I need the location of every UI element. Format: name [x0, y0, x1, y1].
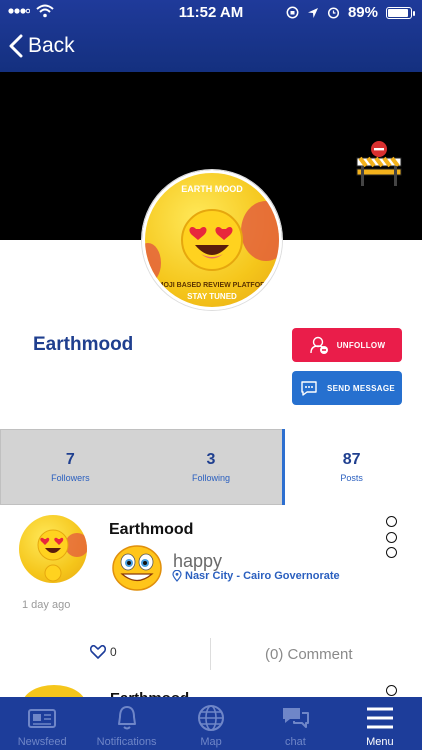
heart-outline-icon: [90, 645, 106, 659]
post-actions: 0 (0) Comment: [0, 637, 422, 671]
stat-label: Followers: [51, 473, 90, 483]
unfollow-user-icon: [309, 336, 328, 354]
comment-button[interactable]: (0) Comment: [265, 646, 353, 663]
chevron-left-icon: [9, 34, 23, 58]
heart-eyes-emoji-icon: [181, 209, 243, 271]
location-arrow-icon: [307, 7, 318, 18]
stat-label: Posts: [340, 473, 363, 483]
stat-followers[interactable]: 7 Followers: [0, 429, 141, 505]
chat-icon: [283, 708, 310, 728]
post-author-name[interactable]: Earthmood: [109, 521, 193, 539]
mood-label: happy: [173, 551, 223, 571]
like-button[interactable]: 0: [90, 645, 117, 659]
profile-avatar[interactable]: EARTH MOOD EMOJI BASED REVIEW PLATFORM S…: [142, 170, 282, 310]
back-button[interactable]: Back: [8, 34, 75, 58]
stat-value: 87: [342, 451, 361, 468]
avatar-logo: EARTH MOOD: [181, 184, 243, 194]
bottom-tab-bar: Newsfeed Notifications Map chat Menu: [0, 697, 422, 750]
tab-chat[interactable]: chat: [253, 697, 337, 750]
tab-label: Map: [200, 736, 222, 748]
bell-icon: [117, 706, 136, 730]
unfollow-label: UNFOLLOW: [336, 340, 386, 350]
battery-icon: [386, 6, 415, 19]
location-text: Nasr City - Cairo Governorate: [185, 570, 340, 582]
actions-divider: [210, 638, 211, 670]
tab-newsfeed[interactable]: Newsfeed: [0, 697, 84, 750]
tab-label: chat: [285, 736, 306, 748]
newspaper-icon: [28, 709, 57, 728]
next-post-options-icon[interactable]: [386, 685, 397, 696]
tab-menu[interactable]: Menu: [338, 697, 422, 750]
back-label: Back: [28, 34, 75, 57]
top-header: 11:52 AM 89% Back: [0, 0, 422, 72]
post-location[interactable]: Nasr City - Cairo Governorate: [172, 570, 340, 582]
dot: [385, 547, 397, 558]
stat-value: 7: [65, 451, 75, 468]
tab-label: Newsfeed: [17, 736, 67, 748]
alarm-icon: [327, 7, 340, 19]
message-bubble-icon: [301, 381, 317, 396]
tab-map[interactable]: Map: [169, 697, 253, 750]
tab-label: Notifications: [96, 736, 157, 748]
send-message-label: SEND MESSAGE: [326, 383, 396, 393]
location-pin-icon: [172, 570, 182, 582]
status-bar: 11:52 AM 89%: [0, 0, 422, 26]
dot: [385, 531, 397, 543]
avatar-caption: EMOJI BASED REVIEW PLATFORM: [152, 282, 272, 289]
send-message-button[interactable]: SEND MESSAGE: [292, 371, 402, 405]
profile-name: Earthmood: [33, 334, 134, 355]
tab-label: Menu: [366, 736, 394, 748]
stat-value: 3: [206, 451, 216, 468]
construction-barrier-icon: [356, 141, 402, 186]
stat-label: Following: [191, 473, 231, 483]
like-count: 0: [110, 645, 117, 659]
profile-stats: 7 Followers 3 Following 87 Posts: [0, 429, 422, 505]
menu-icon: [366, 707, 393, 729]
avatar-blob: [145, 243, 161, 283]
stat-following[interactable]: 3 Following: [141, 429, 282, 505]
battery-percent: 89%: [347, 4, 378, 21]
unfollow-button[interactable]: UNFOLLOW: [292, 328, 402, 362]
avatar-blob: [241, 201, 279, 261]
avatar-tagline: STAY TUNED: [187, 292, 237, 301]
dot: [385, 516, 397, 527]
tab-notifications[interactable]: Notifications: [84, 697, 168, 750]
globe-icon: [198, 705, 225, 731]
rotation-lock-icon: [286, 6, 299, 19]
post-options-icon[interactable]: [384, 516, 398, 558]
stat-posts[interactable]: 87 Posts: [281, 429, 422, 505]
post-timestamp: 1 day ago: [22, 599, 71, 611]
happy-emoji-icon: [112, 545, 162, 591]
post-author-avatar[interactable]: [19, 515, 87, 583]
heart-eyes-emoji-icon: [37, 529, 87, 582]
